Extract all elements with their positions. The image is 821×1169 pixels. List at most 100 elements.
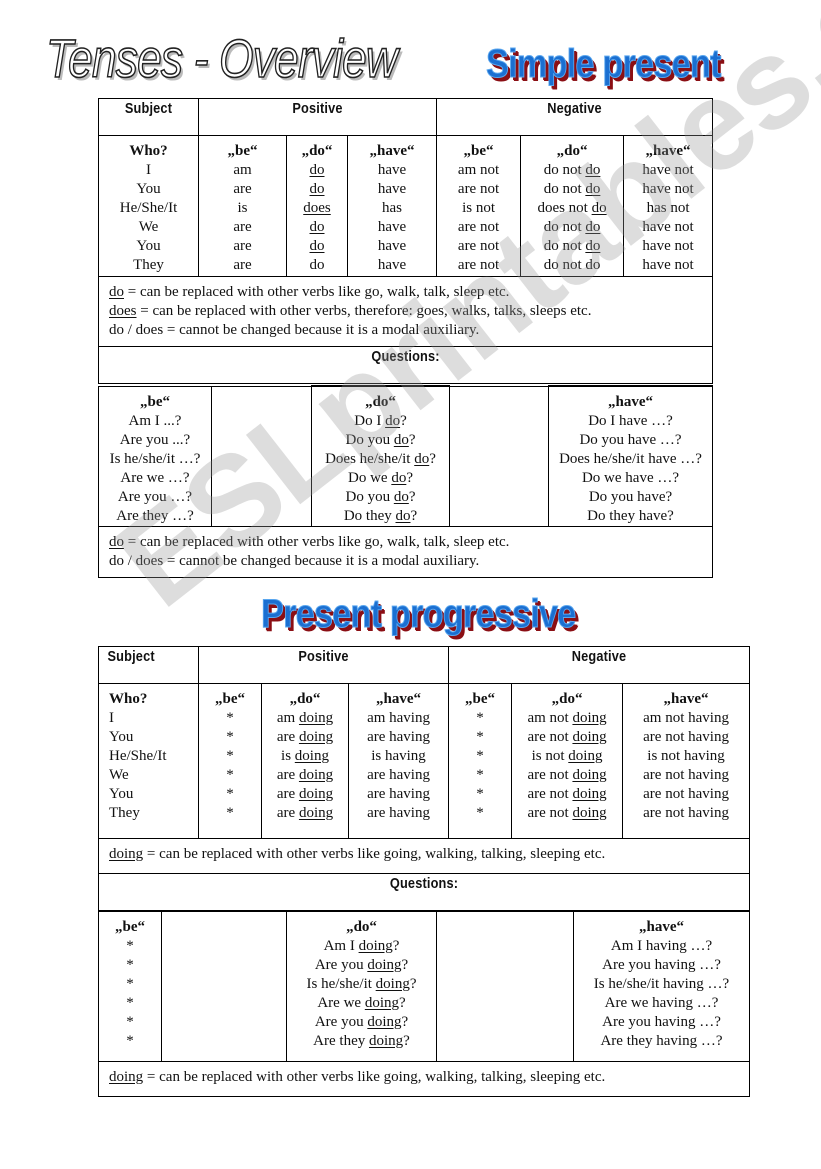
- subject-header: Subject: [98, 646, 199, 684]
- questions-empty-cell: [211, 385, 312, 527]
- subject-column: Who? I You He/She/It We You They: [98, 135, 199, 277]
- question: Is he/she/it having …?: [593, 976, 730, 992]
- questions-be-column: „be“ * * * * * *: [98, 911, 162, 1062]
- question-end: ?: [409, 976, 417, 992]
- question: Are you …?: [117, 488, 193, 505]
- note-line: do = can be replaced with other verbs li…: [109, 533, 702, 552]
- form: are: [233, 219, 252, 235]
- note-key: do / does: [109, 553, 164, 569]
- negative-header: Negative: [448, 646, 751, 684]
- questions-be-column: „be“ Am I ...? Are you ...? Is he/she/it …?…: [98, 385, 212, 527]
- question-start: Are you: [314, 1014, 368, 1030]
- present-progressive-table: Subject Positive Negative Who? I You He/She…: [97, 646, 751, 911]
- subject: You: [136, 238, 161, 254]
- question: Am I doing?: [287, 937, 436, 956]
- column-heading: „have“: [645, 143, 691, 159]
- verb: do: [591, 200, 607, 216]
- question-end: ?: [400, 413, 407, 429]
- verb: do: [585, 181, 601, 197]
- question: Are you having …?: [602, 1014, 721, 1030]
- positive-be-column: „be“ am are is are are are: [198, 135, 287, 277]
- question-notes-cell: do = can be replaced with other verbs li…: [98, 526, 713, 578]
- positive-be-column: „be“ * * * * * *: [198, 683, 262, 839]
- notes-row: doing = can be replaced with other verbs…: [97, 838, 751, 874]
- form: are doing: [262, 804, 348, 823]
- question: Are you doing?: [287, 1013, 436, 1032]
- questions-row: „be“ * * * * * * „do“ Am I doing? Are you doing?…: [98, 911, 750, 1062]
- form: *: [476, 748, 484, 764]
- verb: doing: [294, 748, 329, 764]
- question: Do I do?: [312, 412, 449, 431]
- form: am having: [367, 710, 430, 726]
- questions-label-row: Questions:: [97, 873, 751, 911]
- questions-label: Questions:: [97, 873, 751, 911]
- question: Do you have?: [588, 489, 673, 505]
- question: Is he/she/it doing?: [287, 975, 436, 994]
- verb: doing: [572, 767, 607, 783]
- form: has not: [646, 200, 690, 216]
- auxiliary: am: [276, 710, 299, 726]
- subject: You: [109, 729, 134, 745]
- negative-do-column: „do“ do not do do not do does not do do not …: [520, 135, 625, 277]
- verb: do: [585, 162, 601, 178]
- subject: He/She/It: [119, 200, 178, 216]
- column-heading: „be“: [115, 919, 145, 935]
- subject: I: [109, 710, 114, 726]
- questions-empty-cell: [436, 911, 574, 1062]
- auxiliary: are not: [527, 786, 573, 802]
- verb: doing: [568, 748, 603, 764]
- question-verb: doing: [358, 938, 393, 954]
- positive-have-column: „have“ have have has have have have: [346, 135, 438, 277]
- form: are not: [457, 181, 500, 197]
- form: do: [287, 218, 347, 237]
- question: *: [126, 1033, 134, 1049]
- page-title: Tenses - Overview: [45, 28, 398, 90]
- simple-present-questions-table: „be“ Am I ...? Are you ...? Is he/she/it …?…: [98, 385, 713, 578]
- form: are not having: [643, 729, 729, 745]
- note-line: do / does = cannot be changed because it…: [109, 552, 702, 571]
- negative-header: Negative: [436, 98, 714, 136]
- form: have: [377, 219, 407, 235]
- question: Are they doing?: [287, 1032, 436, 1051]
- form: do not do: [521, 161, 623, 180]
- form: have: [377, 162, 407, 178]
- question-start: Is he/she/it: [306, 976, 376, 992]
- column-heading: „have“: [369, 143, 415, 159]
- auxiliary: are: [276, 805, 299, 821]
- verb: does: [303, 200, 331, 216]
- form: is doing: [262, 747, 348, 766]
- form: am doing: [262, 709, 348, 728]
- note-key: do / does: [109, 322, 164, 338]
- column-heading: „have“: [663, 691, 709, 707]
- questions-row: „be“ Am I ...? Are you ...? Is he/she/it …?…: [98, 385, 713, 527]
- form: does not do: [521, 199, 623, 218]
- form: are doing: [262, 728, 348, 747]
- question-verb: do: [393, 432, 409, 448]
- question-start: Do I: [354, 413, 386, 429]
- note-text: = can be replaced with other verbs like …: [143, 1069, 606, 1085]
- note-line: does = can be replaced with other verbs,…: [109, 302, 702, 321]
- note-line: do = can be replaced with other verbs li…: [109, 283, 702, 302]
- auxiliary: are: [276, 729, 299, 745]
- form: are not having: [643, 786, 729, 802]
- note-key: doing: [109, 846, 144, 862]
- verb: doing: [298, 767, 334, 783]
- question: *: [126, 1014, 134, 1030]
- question-start: Are we: [317, 995, 365, 1011]
- auxiliary: do not: [543, 257, 586, 273]
- column-heading: „do“: [301, 143, 333, 159]
- verb: doing: [572, 805, 607, 821]
- questions-have-column: „have“ Am I having …? Are you having …? Is …: [573, 911, 750, 1062]
- verb: doing: [298, 710, 334, 726]
- negative-be-column: „be“ * * * * * *: [448, 683, 513, 839]
- form: have: [377, 181, 407, 197]
- negative-have-column: „have“ have not have not has not have not hav…: [623, 135, 714, 277]
- question-end: ?: [410, 508, 418, 524]
- question-notes-row: do = can be replaced with other verbs li…: [98, 526, 713, 578]
- note-key: do: [109, 534, 124, 550]
- verb: doing: [298, 729, 334, 745]
- question: Are you having …?: [602, 957, 721, 973]
- form: do not do: [521, 237, 623, 256]
- question-start: Do you: [345, 432, 394, 448]
- question: Are they …?: [116, 507, 194, 524]
